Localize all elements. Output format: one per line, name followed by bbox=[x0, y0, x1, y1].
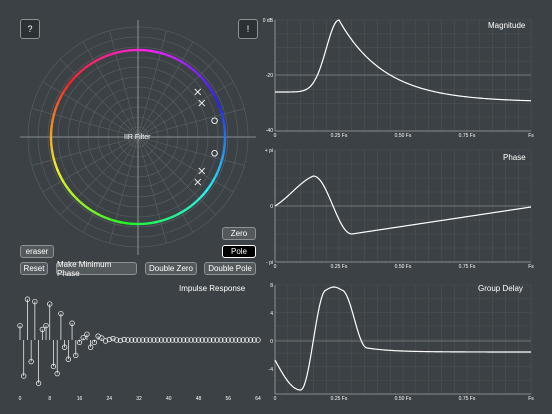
impulse-x-tick: 8 bbox=[48, 396, 51, 402]
magnitude-y-tick: -40 bbox=[266, 128, 273, 134]
group-delay-title: Group Delay bbox=[478, 284, 523, 293]
phase-title: Phase bbox=[503, 153, 526, 162]
group-delay-x-tick: 0.25 Fs bbox=[331, 396, 348, 402]
magnitude-x-tick: 0.50 Fs bbox=[395, 133, 412, 139]
impulse-x-tick: 64 bbox=[255, 396, 261, 402]
magnitude-plot: 0 dB-20-400 0.25 Fs 0.50 Fs 0.75 Fs Fs+ pi0-… bbox=[17, 18, 535, 402]
phase-y-tick: 0 bbox=[270, 204, 273, 210]
phase-x-tick: 0.50 Fs bbox=[395, 264, 412, 270]
impulse-x-tick: 48 bbox=[196, 396, 202, 402]
magnitude-panel: 0 dB -20 -400 0.25 Fs 0.50 Fs 0.75 Fs Fs bbox=[263, 18, 535, 139]
magnitude-title: Magnitude bbox=[488, 21, 526, 30]
group-delay-x-tick: 0 bbox=[274, 396, 277, 402]
impulse-x-tick: 0 bbox=[19, 396, 22, 402]
magnitude-x-tick: 0 bbox=[274, 133, 277, 139]
phase-y-tick: + pi bbox=[265, 148, 273, 154]
phase-x-tick: 0.75 Fs bbox=[459, 264, 476, 270]
magnitude-x-tick: 0.75 Fs bbox=[459, 133, 476, 139]
group-delay-x-tick: 0.50 Fs bbox=[395, 396, 412, 402]
impulse-x-tick: 16 bbox=[77, 396, 83, 402]
phase-x-tick: Fs bbox=[528, 264, 534, 270]
impulse-x-tick: 32 bbox=[136, 396, 142, 402]
impulse-x-tick: 40 bbox=[166, 396, 172, 402]
group-delay-panel: 8 4 0 -4 0 0.25 Fs 0.50 Fs 0.75 Fs Fs bbox=[269, 283, 535, 402]
phase-x-tick: 0.25 Fs bbox=[331, 264, 348, 270]
group-delay-x-tick: 0.75 Fs bbox=[459, 396, 476, 402]
group-delay-y-tick: 0 bbox=[270, 339, 273, 345]
group-delay-y-tick: 8 bbox=[270, 283, 273, 289]
group-delay-x-tick: Fs bbox=[528, 396, 534, 402]
magnitude-x-tick: Fs bbox=[528, 133, 534, 139]
magnitude-y-tick: -20 bbox=[266, 73, 273, 79]
phase-x-tick: 0 bbox=[274, 264, 277, 270]
magnitude-x-tick: 0.25 Fs bbox=[331, 133, 348, 139]
impulse-x-tick: 56 bbox=[225, 396, 231, 402]
phase-y-tick: - pi bbox=[266, 260, 273, 266]
impulse-response-title: Impulse Response bbox=[179, 284, 246, 293]
group-delay-y-tick: 4 bbox=[270, 311, 273, 317]
impulse-response-plot: 0 8 16 24 32 40 48 56 64 bbox=[17, 296, 261, 402]
group-delay-y-tick: -4 bbox=[269, 367, 274, 373]
phase-panel: + pi0- pi0 0.25 Fs 0.50 Fs 0.75 Fs Fs bbox=[265, 148, 534, 270]
impulse-x-tick: 24 bbox=[106, 396, 112, 402]
magnitude-y-tick: 0 dB bbox=[263, 18, 274, 24]
